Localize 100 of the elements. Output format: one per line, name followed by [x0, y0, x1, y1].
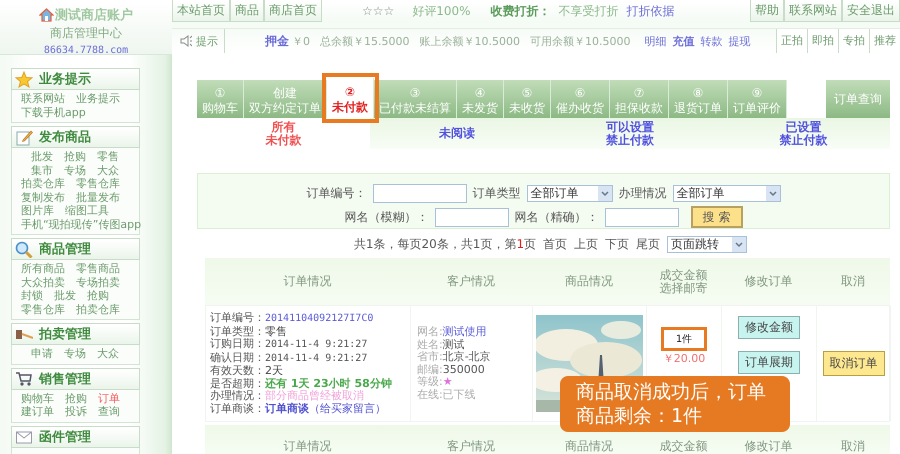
- page-jump-select[interactable]: 页面跳转: [667, 236, 748, 252]
- discount-link[interactable]: 打折依据: [626, 2, 675, 20]
- status-select[interactable]: 全部订单: [672, 184, 780, 202]
- account-link[interactable]: 明细: [644, 34, 666, 48]
- sidebar-item[interactable]: 零售仓库: [21, 302, 65, 316]
- exact-name-field[interactable]: [604, 208, 678, 226]
- column-header: 客户情况: [447, 440, 495, 453]
- nav-button[interactable]: 推荐: [869, 29, 900, 53]
- order-detail: 办理情况：部分商品曾经被取消: [210, 390, 365, 402]
- account-link[interactable]: 提现: [728, 34, 750, 48]
- filter-tab[interactable]: 未阅读: [370, 118, 544, 149]
- nav-button[interactable]: 专拍: [838, 29, 869, 53]
- sidebar-item[interactable]: 拍卖仓库: [21, 177, 65, 190]
- column-header: 取消: [841, 440, 865, 453]
- page-link[interactable]: 上页: [574, 236, 598, 252]
- tip-link[interactable]: 提示: [196, 34, 218, 48]
- account-link[interactable]: 转款: [700, 34, 722, 48]
- section-header: 发布商品: [11, 126, 140, 148]
- sidebar-item[interactable]: 申请: [31, 347, 53, 360]
- price-text: ￥20.00: [662, 351, 706, 366]
- nav-button[interactable]: 本站首页: [172, 0, 230, 22]
- nav-button[interactable]: 即拍: [807, 29, 838, 53]
- field-label: 订单类型: [472, 184, 520, 202]
- store-subtitle: 商店管理中心: [50, 25, 122, 42]
- order-tab[interactable]: ④ 未发货: [457, 80, 504, 118]
- sidebar-item[interactable]: 购物车: [21, 392, 54, 405]
- sidebar-item[interactable]: 查询: [98, 405, 120, 418]
- column-header: 商品情况: [565, 440, 613, 453]
- customer-detail: 网名:测试使用: [417, 326, 488, 338]
- section-header: 商品管理: [11, 238, 140, 260]
- column-header: 订单情况: [284, 440, 332, 453]
- sidebar-item[interactable]: 专场拍卖: [76, 276, 120, 289]
- page-link[interactable]: 尾页: [636, 236, 660, 252]
- sidebar-item[interactable]: 订单: [98, 392, 120, 405]
- sidebar-item[interactable]: 抢购: [64, 150, 86, 164]
- rating-stars: ☆☆☆: [362, 4, 394, 18]
- order-number-field[interactable]: [372, 184, 466, 202]
- sidebar-item[interactable]: 集市: [31, 164, 53, 177]
- sidebar-item[interactable]: 封锁: [21, 289, 43, 302]
- fuzzy-name-field[interactable]: [434, 208, 508, 226]
- account-link[interactable]: 充值: [672, 34, 694, 48]
- search-button[interactable]: 搜 索: [690, 206, 742, 228]
- sidebar-item[interactable]: 建订单: [21, 405, 54, 418]
- nav-button[interactable]: 正拍: [776, 29, 807, 53]
- nav-button[interactable]: 帮助: [750, 0, 784, 22]
- order-tab[interactable]: ① 购物车: [197, 80, 244, 118]
- order-tab[interactable]: ⑦ 担保收款: [610, 80, 669, 118]
- order-tab[interactable]: ⑥ 催办收货: [551, 80, 610, 118]
- sidebar-item[interactable]: 专场: [64, 164, 86, 177]
- rating-text: 好评100%: [412, 2, 471, 20]
- section-header: 拍卖管理: [11, 323, 140, 345]
- sidebar-item[interactable]: 缩图工具: [65, 204, 109, 218]
- order-tab[interactable]: ⑧ 退货订单: [669, 80, 728, 118]
- sidebar-item[interactable]: 大众: [97, 164, 119, 177]
- page-link[interactable]: 首页: [543, 236, 568, 252]
- sidebar-item[interactable]: 批量发布: [76, 190, 120, 204]
- nav-button[interactable]: 联系网站: [784, 0, 842, 22]
- sidebar-item[interactable]: 手机“现拍现传”传图app: [21, 218, 142, 231]
- order-query-button[interactable]: 订单查询: [826, 80, 890, 118]
- sidebar-item[interactable]: 批发: [54, 289, 76, 302]
- cancel-order-button[interactable]: 取消订单: [822, 351, 884, 376]
- sidebar-item[interactable]: 批发: [31, 150, 53, 164]
- order-tab[interactable]: ⑤ 未收货: [504, 80, 551, 118]
- sidebar-item[interactable]: 零售仓库: [76, 177, 120, 190]
- modify-button[interactable]: 修改金额: [738, 316, 800, 339]
- magnifier-icon: [15, 240, 33, 258]
- column-header: 修改订单: [744, 440, 792, 453]
- order-tab[interactable]: 创建 双方约定订单: [244, 80, 327, 118]
- sidebar-item[interactable]: 所有商品: [21, 262, 65, 276]
- sidebar-item[interactable]: 业务提示: [76, 92, 120, 106]
- sidebar-item[interactable]: 抢购: [87, 289, 109, 302]
- sidebar-item[interactable]: 专场: [64, 347, 86, 360]
- page-link[interactable]: 下页: [605, 236, 630, 252]
- modify-button[interactable]: 订单展期: [738, 351, 800, 374]
- section-header: 销售管理: [11, 368, 140, 390]
- sidebar-item[interactable]: 大众拍卖: [21, 276, 65, 289]
- column-header: 修改订单: [744, 275, 792, 288]
- order-tab[interactable]: ③ 已付款未结算: [374, 80, 457, 118]
- sidebar-item[interactable]: 拍卖仓库: [76, 302, 120, 316]
- sidebar-item[interactable]: 复制发布: [21, 190, 65, 204]
- balance-text: 总余额￥15.5000: [320, 34, 410, 48]
- sidebar-item[interactable]: 零售: [97, 150, 119, 164]
- filter-tab[interactable]: 可以设置 禁止付款: [544, 118, 717, 149]
- sidebar-item[interactable]: 下载手机app: [21, 106, 86, 119]
- sidebar-item[interactable]: 联系网站: [21, 92, 65, 106]
- column-header: 取消: [841, 275, 865, 288]
- sidebar-item[interactable]: 大众: [97, 347, 119, 360]
- nav-button[interactable]: 商店首页: [264, 0, 322, 22]
- order-tab[interactable]: ⑨ 订单评价: [728, 80, 787, 118]
- nav-button[interactable]: 商品: [230, 0, 264, 22]
- order-type-select[interactable]: 全部订单: [526, 184, 612, 202]
- notepad-icon: [15, 128, 33, 146]
- sidebar-item[interactable]: 抢购: [65, 392, 87, 405]
- store-url: 86634.7788.com: [44, 45, 128, 56]
- sidebar-item[interactable]: 图片库: [21, 204, 54, 218]
- nav-button[interactable]: 安全退出: [842, 0, 900, 22]
- filter-tab[interactable]: 已设置 禁止付款: [716, 118, 890, 149]
- sidebar-item[interactable]: 投诉: [65, 405, 87, 418]
- sidebar-item[interactable]: 零售商品: [76, 262, 120, 276]
- cart-icon: [15, 370, 33, 387]
